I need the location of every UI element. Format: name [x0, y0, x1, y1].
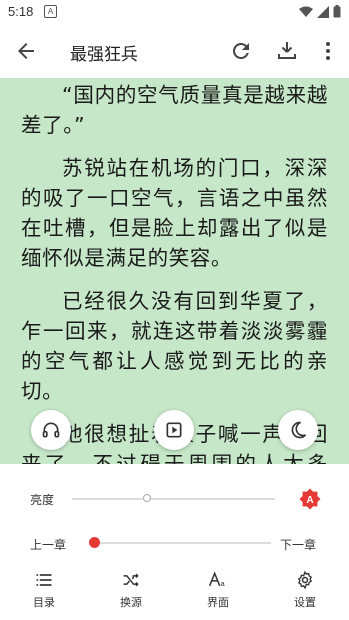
tab-settings[interactable]: 设置	[275, 566, 335, 620]
tab-interface[interactable]: a 界面	[188, 566, 248, 620]
status-time: 5:18	[8, 4, 34, 19]
tab-settings-label: 设置	[294, 596, 316, 609]
svg-text:a: a	[221, 579, 226, 588]
list-icon	[36, 574, 52, 586]
reader-control-panel: 亮度 A 上一章 下一章 目录 换源 a 界面 设置	[0, 464, 349, 620]
brightness-slider[interactable]	[72, 498, 275, 500]
next-chapter-button[interactable]: 下一章	[280, 536, 316, 553]
tab-change-source[interactable]: 换源	[101, 566, 161, 620]
chapter-progress-slider[interactable]	[95, 542, 271, 544]
tab-catalog-label: 目录	[33, 596, 55, 609]
listen-button[interactable]	[31, 410, 71, 450]
paragraph: “国内的空气质量真是越来越差了。”	[21, 83, 328, 137]
chapter-progress-thumb[interactable]	[89, 537, 100, 548]
notification-icon: A	[44, 5, 57, 18]
wifi-icon	[299, 6, 313, 17]
brightness-slider-thumb[interactable]	[143, 494, 152, 502]
download-icon[interactable]	[275, 39, 299, 63]
tab-interface-label: 界面	[207, 596, 229, 609]
paragraph: 已经很久没有回到华夏了，乍一回来，就连这带着淡淡雾霾的空气都让人感觉到无比的亲切…	[21, 289, 328, 403]
book-title: 最强狂兵	[70, 45, 138, 65]
brightness-label: 亮度	[30, 493, 55, 507]
status-bar: 5:18 A	[0, 0, 349, 24]
auto-brightness-letter: A	[306, 495, 314, 506]
tab-change-source-label: 换源	[120, 596, 142, 609]
moon-icon	[291, 421, 307, 439]
paragraph: 苏锐站在机场的门口，深深的吸了一口空气，言语之中虽然在吐槽，但是脸上却露出了似是…	[21, 156, 328, 270]
bottom-menu: 目录 换源 a 界面 设置	[0, 566, 349, 620]
signal-icon	[317, 5, 329, 18]
app-bar: 最强狂兵	[0, 24, 349, 78]
status-icons	[299, 5, 341, 18]
auto-brightness-icon[interactable]: A	[299, 488, 321, 510]
auto-page-button[interactable]	[154, 410, 194, 450]
auto-read-icon	[166, 422, 182, 438]
back-arrow-icon[interactable]	[14, 39, 38, 63]
prev-chapter-button[interactable]: 上一章	[30, 536, 66, 553]
headphones-icon	[42, 422, 60, 438]
shuffle-icon	[123, 573, 139, 587]
refresh-icon[interactable]	[229, 39, 253, 63]
gear-icon	[297, 570, 313, 590]
reading-area[interactable]: “国内的空气质量真是越来越差了。” 苏锐站在机场的门口，深深的吸了一口空气，言语…	[0, 78, 349, 464]
more-vert-icon[interactable]	[316, 39, 340, 63]
font-icon: a	[208, 571, 226, 588]
night-mode-button[interactable]	[278, 410, 318, 450]
battery-icon	[333, 5, 341, 18]
tab-catalog[interactable]: 目录	[14, 566, 74, 620]
